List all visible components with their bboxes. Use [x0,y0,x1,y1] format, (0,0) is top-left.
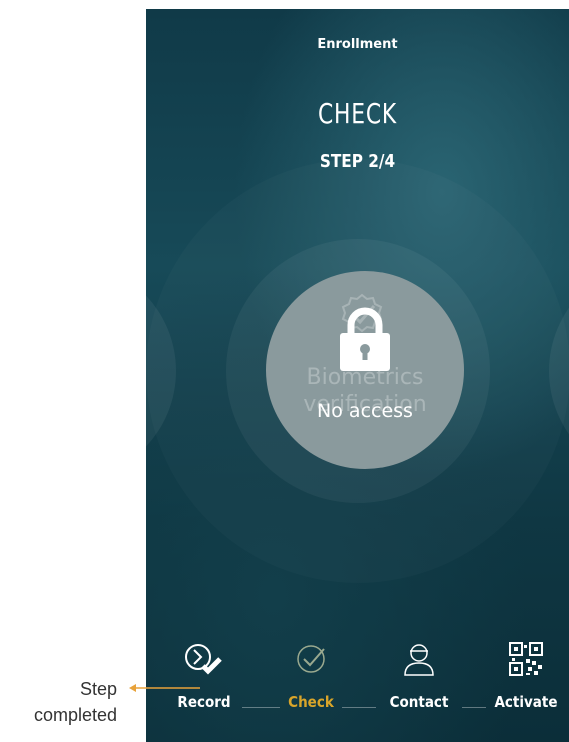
step-contact-label: Contact [389,693,449,711]
step-connector [242,707,280,708]
step-check[interactable]: Check [280,639,342,711]
step-connector [342,707,376,708]
step-record-label: Record [177,693,231,711]
enrollment-screen: Enrollment CHECK STEP 2/4 Biometrics ver… [146,9,569,742]
check-badge-icon [297,645,325,673]
screen-title: Enrollment [317,37,398,52]
annotation-arrow-icon [129,684,200,692]
person-icon [404,644,434,676]
step-connector [462,707,486,708]
step-name: CHECK [318,97,397,130]
step-counter: STEP 2/4 [319,151,396,172]
step-record[interactable]: Record [166,639,242,711]
step-contact[interactable]: Contact [376,639,462,711]
step-completed-annotation: Step completed [0,676,117,728]
step-activate[interactable]: Activate [486,639,566,711]
qr-code-icon [509,642,543,676]
step-navigation: Record Check Contact Activate [146,639,569,729]
annotation-line-1: Step [79,679,117,699]
no-access-status: No access [317,400,413,422]
lock-icon [340,307,390,371]
record-arrow-icon [185,644,222,675]
step-check-label: Check [288,693,334,711]
annotation-line-2: completed [33,705,117,725]
step-activate-label: Activate [494,693,558,711]
